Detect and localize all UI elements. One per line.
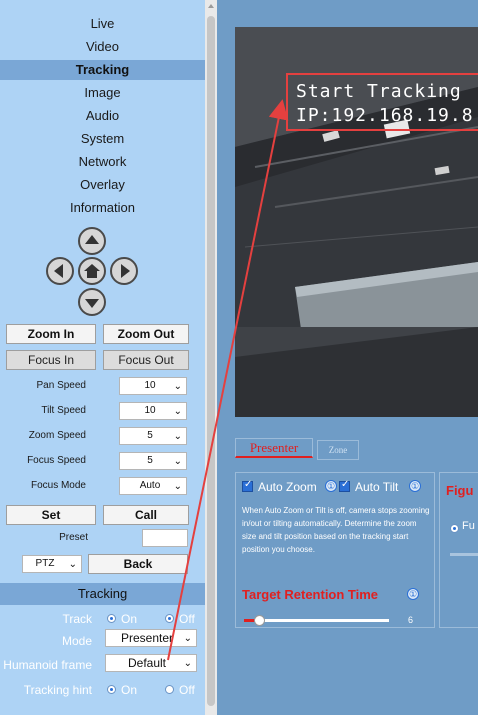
presenter-settings-panel: Auto Zoom ① Auto Tilt ① When Auto Zoom o…	[235, 472, 435, 628]
pan-right-button[interactable]	[110, 257, 138, 285]
menu-item-audio[interactable]: Audio	[0, 106, 205, 126]
pan-down-button[interactable]	[78, 288, 106, 316]
chevron-down-icon: ⌄	[68, 559, 77, 570]
menu-item-system[interactable]: System	[0, 129, 205, 149]
hint-off-label: Off	[179, 683, 195, 697]
osd-ip-address: IP:192.168.19.8	[296, 105, 474, 126]
track-on-label: On	[121, 612, 138, 626]
preset-input[interactable]	[142, 529, 188, 547]
zoom-in-button[interactable]: Zoom In	[6, 324, 96, 344]
preset-label: Preset	[59, 532, 88, 543]
auto-zoom-checkbox[interactable]	[242, 479, 253, 492]
humanoid-frame-select[interactable]: Default ⌄	[105, 654, 197, 672]
menu-item-information[interactable]: Information	[0, 198, 205, 218]
ptz-mode-value: PTZ	[35, 558, 55, 569]
auto-zoom-label: Auto Zoom	[258, 480, 317, 494]
focus-out-button[interactable]: Focus Out	[103, 350, 189, 370]
tracking-mode-value: Presenter	[120, 631, 174, 645]
figure-option-label: Fu	[462, 520, 475, 532]
hint-on-label: On	[121, 683, 138, 697]
video-preview: Start Tracking IP:192.168.19.8	[235, 27, 478, 417]
back-button[interactable]: Back	[88, 554, 188, 574]
tilt-speed-label: Tilt Speed	[41, 405, 86, 416]
tilt-speed-select[interactable]: 10 ⌄	[119, 402, 187, 420]
osd-overlay-box: Start Tracking IP:192.168.19.8	[286, 73, 478, 131]
track-off-radio[interactable]	[165, 614, 174, 623]
focus-in-button[interactable]: Focus In	[6, 350, 96, 370]
arrow-left-icon	[54, 264, 63, 278]
osd-start-tracking: Start Tracking	[296, 81, 462, 102]
humanoid-frame-label: Humanoid frame	[3, 658, 92, 672]
chevron-down-icon: ⌄	[173, 481, 182, 492]
scroll-up-icon[interactable]	[208, 4, 214, 8]
menu-item-overlay[interactable]: Overlay	[0, 175, 205, 195]
track-label: Track	[62, 612, 92, 626]
home-icon	[84, 264, 100, 278]
track-on-radio[interactable]	[107, 614, 116, 623]
hint-off-radio[interactable]	[165, 685, 174, 694]
main-content: Start Tracking IP:192.168.19.8 Presenter…	[217, 0, 478, 715]
zoom-speed-select[interactable]: 5 ⌄	[119, 427, 187, 445]
arrow-down-icon	[85, 299, 99, 308]
focus-speed-value: 5	[147, 455, 153, 466]
menu-item-video[interactable]: Video	[0, 37, 205, 57]
chevron-down-icon: ⌄	[173, 456, 182, 467]
tilt-speed-value: 10	[144, 405, 156, 416]
figure-option-radio[interactable]	[450, 524, 459, 533]
figure-section-title: Figu	[446, 483, 474, 498]
scrollbar-thumb[interactable]	[207, 16, 215, 706]
call-preset-button[interactable]: Call	[103, 505, 189, 525]
hint-on-radio[interactable]	[107, 685, 116, 694]
figure-settings-panel: Figu Fu	[439, 472, 478, 628]
focus-mode-value: Auto	[139, 480, 161, 491]
sidebar-scrollbar[interactable]	[205, 0, 217, 715]
focus-speed-select[interactable]: 5 ⌄	[119, 452, 187, 470]
menu-item-image[interactable]: Image	[0, 83, 205, 103]
auto-zoom-tilt-description: When Auto Zoom or Tilt is off, camera st…	[242, 506, 430, 554]
chevron-down-icon: ⌄	[173, 381, 182, 392]
chevron-down-icon: ⌄	[173, 406, 182, 417]
zoom-out-button[interactable]: Zoom Out	[103, 324, 189, 344]
pan-left-button[interactable]	[46, 257, 74, 285]
humanoid-frame-value: Default	[127, 656, 167, 670]
chevron-down-icon: ⌄	[173, 431, 182, 442]
retention-slider-handle[interactable]	[254, 615, 265, 626]
ptz-mode-select[interactable]: PTZ ⌄	[22, 555, 82, 573]
tracking-mode-select[interactable]: Presenter ⌄	[105, 629, 197, 647]
ptz-home-button[interactable]	[78, 257, 106, 285]
menu-item-tracking[interactable]: Tracking	[0, 60, 205, 80]
mode-label: Mode	[61, 634, 92, 648]
pan-up-button[interactable]	[78, 227, 106, 255]
pan-speed-label: Pan Speed	[36, 380, 87, 391]
zoom-speed-label: Zoom Speed	[28, 430, 86, 441]
retention-slider-track[interactable]	[244, 619, 389, 622]
auto-tilt-info-icon[interactable]: ①	[409, 480, 421, 492]
focus-speed-label: Focus Speed	[27, 455, 86, 466]
tab-presenter[interactable]: Presenter	[235, 438, 313, 458]
target-retention-time-title: Target Retention Time	[242, 587, 379, 602]
menu-item-network[interactable]: Network	[0, 152, 205, 172]
track-off-label: Off	[179, 612, 195, 626]
menu-item-live[interactable]: Live	[0, 14, 205, 34]
retention-info-icon[interactable]: ①	[407, 588, 419, 600]
focus-mode-select[interactable]: Auto ⌄	[119, 477, 187, 495]
tracking-section-title: Tracking	[0, 583, 205, 605]
figure-slider-track[interactable]	[450, 553, 478, 556]
zoom-speed-value: 5	[147, 430, 153, 441]
set-preset-button[interactable]: Set	[6, 505, 96, 525]
chevron-down-icon: ⌄	[183, 633, 192, 644]
retention-value: 6	[408, 615, 414, 625]
sidebar: Live Video Tracking Image Audio System N…	[0, 0, 205, 715]
tracking-hint-label: Tracking hint	[23, 683, 92, 697]
pan-speed-value: 10	[144, 380, 156, 391]
focus-mode-label: Focus Mode	[30, 480, 86, 491]
arrow-right-icon	[121, 264, 130, 278]
arrow-up-icon	[85, 235, 99, 244]
pan-speed-select[interactable]: 10 ⌄	[119, 377, 187, 395]
auto-tilt-label: Auto Tilt	[355, 480, 399, 494]
tab-zone[interactable]: Zone	[317, 440, 359, 460]
auto-tilt-checkbox[interactable]	[339, 479, 350, 492]
chevron-down-icon: ⌄	[183, 658, 192, 669]
auto-zoom-info-icon[interactable]: ①	[325, 480, 337, 492]
